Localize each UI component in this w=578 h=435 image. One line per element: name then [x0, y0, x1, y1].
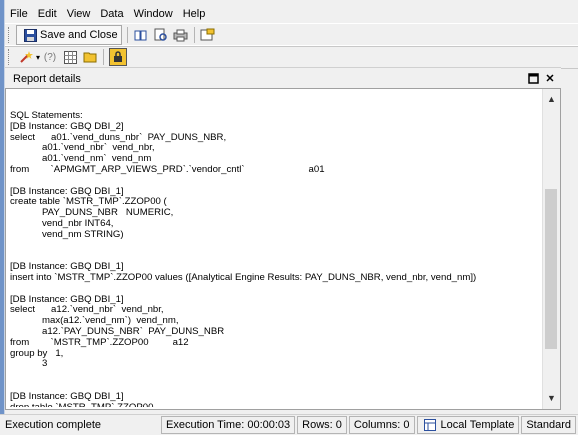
wand-icon[interactable]: [18, 49, 34, 65]
dropdown-arrow-icon[interactable]: ▾: [36, 53, 40, 62]
toolbar-secondary: ▾ (?): [5, 45, 578, 69]
lock-icon[interactable]: [109, 48, 128, 66]
status-template[interactable]: Local Template: [416, 416, 520, 434]
template-label: Local Template: [440, 419, 515, 431]
template-icon: [422, 417, 438, 433]
status-columns: Columns: 0: [348, 416, 415, 434]
status-message: Execution complete: [5, 419, 101, 431]
panel-title: Report details: [13, 72, 81, 85]
vertical-scrollbar[interactable]: ▲ ▼: [542, 89, 560, 409]
menu-window-label: Window: [133, 8, 173, 20]
panel-header: Report details ✕: [5, 67, 561, 89]
save-and-close-label: Save and Close: [40, 29, 118, 41]
status-rows: Rows: 0: [297, 416, 347, 434]
preview-icon[interactable]: [153, 27, 169, 43]
save-and-close-button[interactable]: Save and Close: [16, 25, 122, 45]
report-details-panel: SQL Statements: [DB Instance: GBQ DBI_2]…: [5, 88, 561, 410]
print-icon[interactable]: [173, 27, 189, 43]
scroll-thumb[interactable]: [545, 189, 557, 349]
toolbar-separator: [193, 27, 195, 43]
toolbar-grip[interactable]: [8, 49, 12, 65]
toolbar-grip[interactable]: [8, 27, 12, 43]
book-icon[interactable]: [133, 27, 149, 43]
help-icon[interactable]: (?): [42, 49, 58, 65]
grid-icon[interactable]: [62, 49, 78, 65]
menu-bar: File Edit View Data Window Help: [5, 4, 578, 24]
maximize-icon[interactable]: [527, 72, 539, 85]
menu-view[interactable]: View: [62, 5, 96, 23]
menu-data[interactable]: Data: [95, 5, 128, 23]
menu-file-label: File: [10, 8, 28, 20]
toolbar-separator: [103, 49, 105, 65]
menu-help-label: Help: [182, 8, 206, 20]
save-icon: [22, 27, 38, 43]
scroll-up-icon[interactable]: ▲: [543, 91, 560, 108]
menu-window[interactable]: Window: [129, 5, 178, 23]
status-bar: Execution complete Execution Time: 00:00…: [0, 414, 578, 435]
close-icon[interactable]: ✕: [544, 73, 556, 85]
export-icon[interactable]: [200, 27, 216, 43]
toolbar-main: Save and Close: [5, 23, 578, 47]
status-mode: Standard: [521, 416, 576, 434]
menu-help[interactable]: Help: [178, 5, 211, 23]
menu-view-label: View: [66, 8, 91, 20]
folder-icon[interactable]: [82, 49, 98, 65]
scroll-down-icon[interactable]: ▼: [543, 390, 560, 407]
toolbar-separator: [126, 27, 128, 43]
menu-data-label: Data: [100, 8, 124, 20]
status-execution-time: Execution Time: 00:00:03: [161, 416, 296, 434]
sql-text: SQL Statements: [DB Instance: GBQ DBI_2]…: [10, 111, 477, 407]
menu-edit[interactable]: Edit: [33, 5, 62, 23]
sql-statements-text: SQL Statements: [DB Instance: GBQ DBI_2]…: [10, 111, 540, 407]
menu-edit-label: Edit: [37, 8, 57, 20]
menu-file[interactable]: File: [5, 5, 33, 23]
